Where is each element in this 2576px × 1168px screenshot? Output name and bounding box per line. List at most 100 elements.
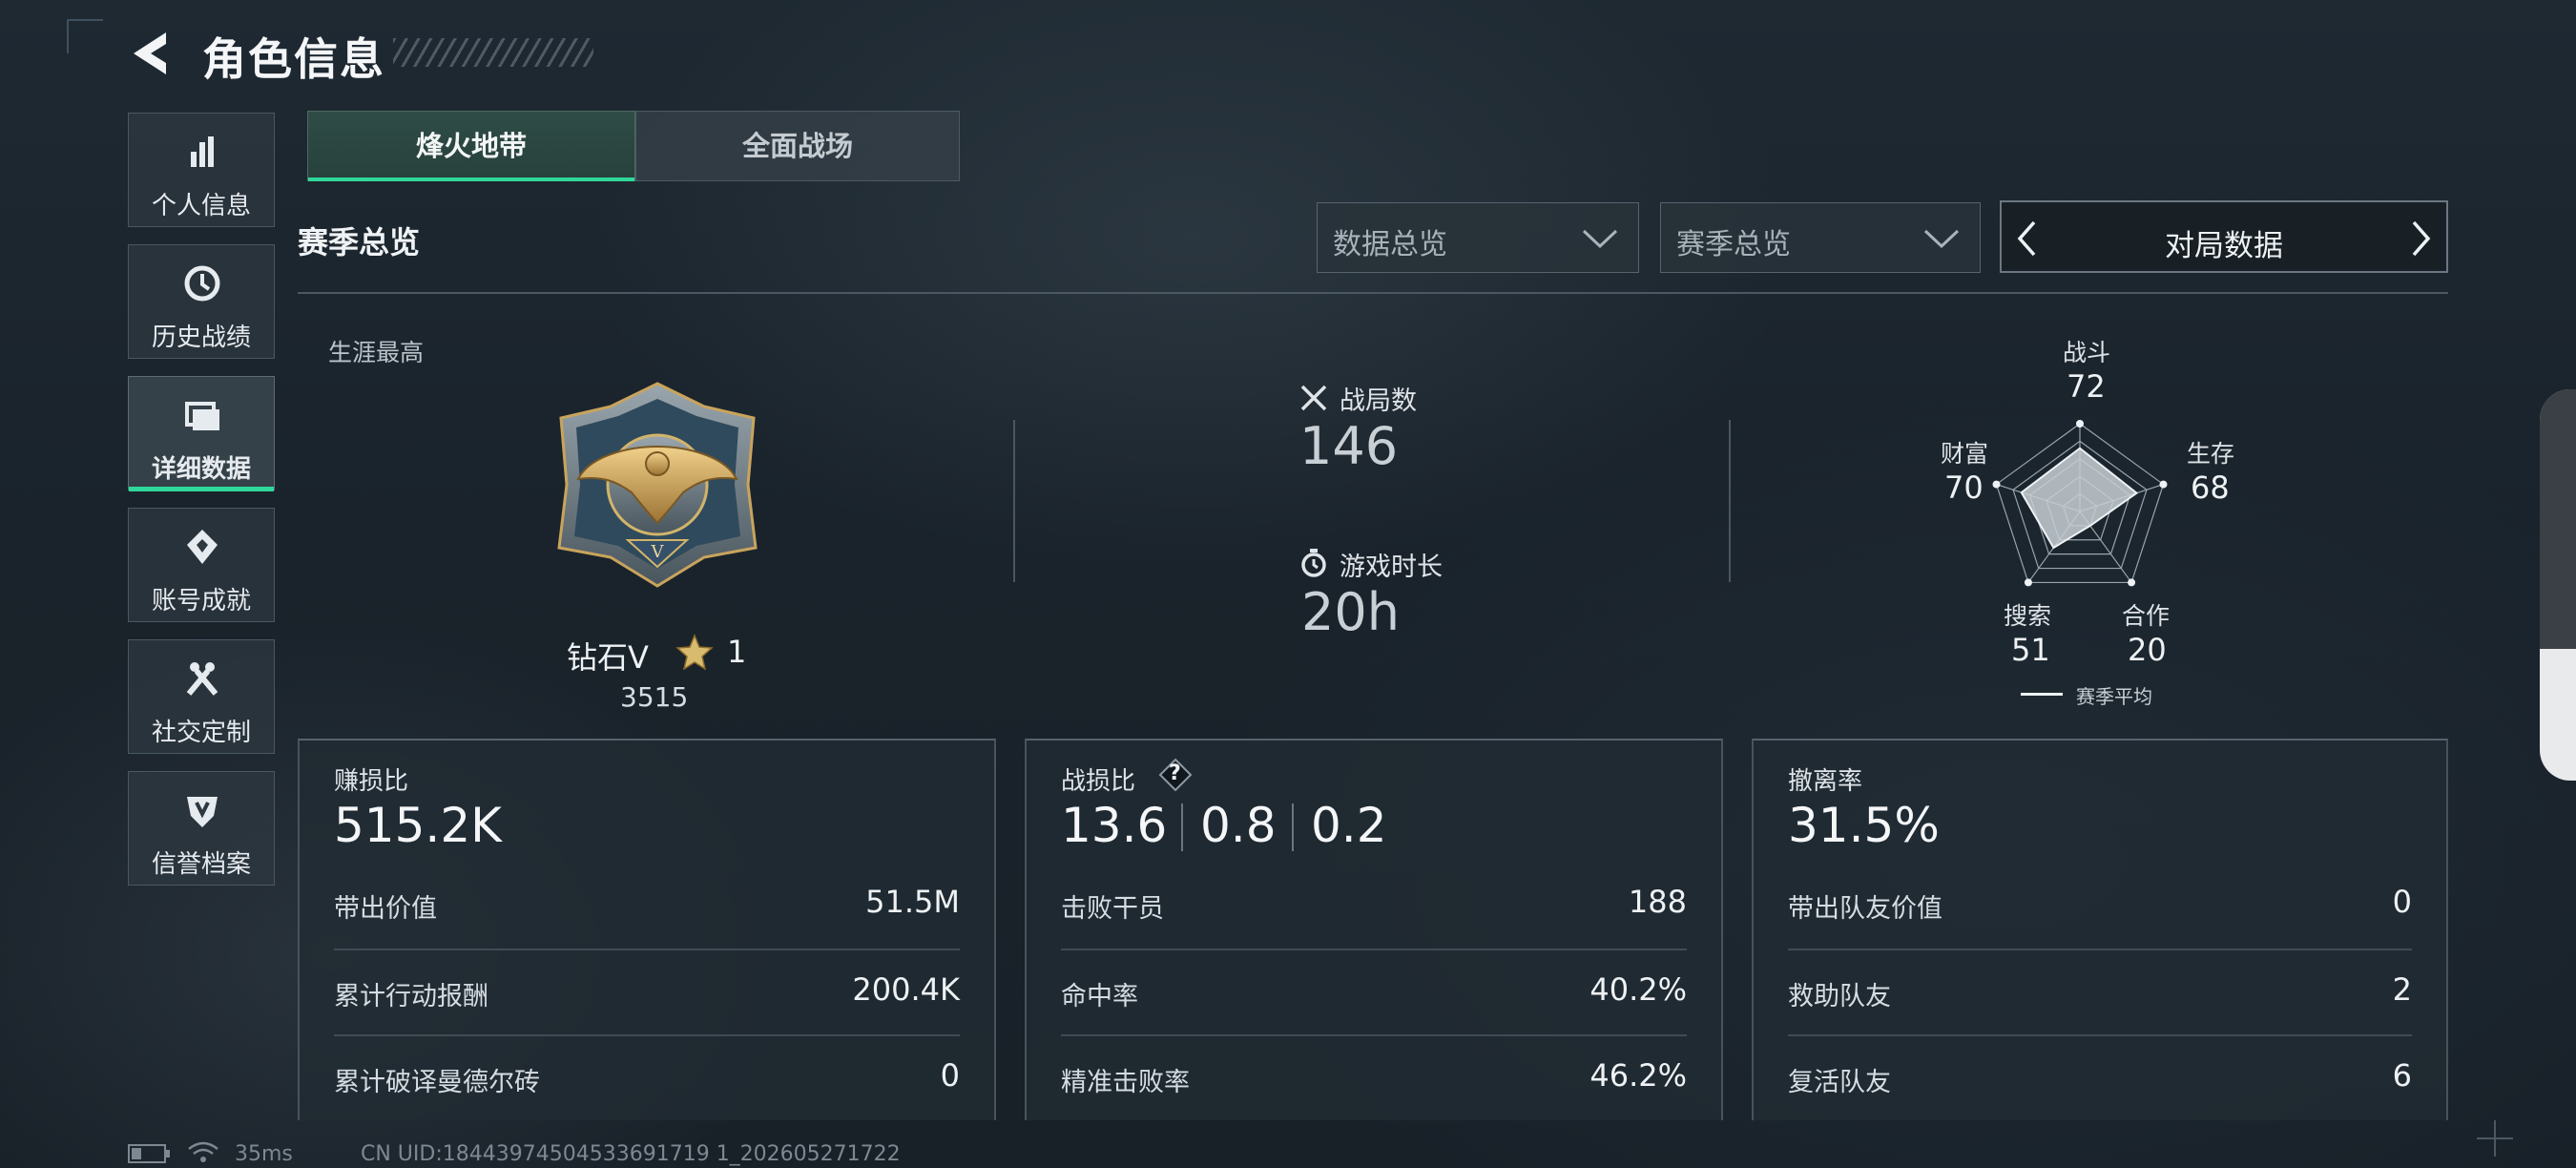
dropdown-value: 数据总览 [1333, 228, 1447, 261]
matches-value: 146 [1299, 416, 1399, 476]
divider [1013, 420, 1015, 582]
stat-label: 带出价值 [334, 894, 437, 924]
help-icon[interactable]: ? [1158, 758, 1193, 792]
profit-ratio-value: 515.2K [334, 798, 502, 853]
shield-badge-icon [187, 797, 218, 827]
radar-label-cooperation: 合作 [2122, 602, 2171, 630]
rank-name: 钻石V [567, 639, 649, 676]
career-best-label: 生涯最高 [328, 339, 425, 366]
stat-label: 复活队友 [1788, 1068, 1891, 1097]
sidebar-item-label: 账号成就 [151, 587, 251, 615]
matches-label: 战局数 [1340, 386, 1417, 416]
stat-label: 救助队友 [1788, 982, 1891, 1012]
value-separator [1181, 803, 1183, 851]
pager-label: 对局数据 [2165, 229, 2283, 263]
active-indicator [129, 487, 274, 491]
tab-warzone[interactable]: 烽火地带 [307, 111, 635, 181]
sidebar-item-personal-info[interactable]: 个人信息 [128, 113, 275, 227]
kd-value-1: 13.6 [1061, 798, 1168, 853]
section-title: 赛季总览 [298, 224, 421, 261]
crossed-swords-icon [1300, 385, 1327, 411]
row-divider [1061, 1034, 1687, 1036]
page-title: 角色信息 [202, 33, 385, 85]
chevron-right-icon[interactable] [2408, 219, 2433, 258]
sidebar-item-label: 社交定制 [151, 719, 251, 747]
row-divider [334, 1034, 960, 1036]
stat-value: 0 [940, 1057, 960, 1094]
plus-icon [2477, 1120, 2513, 1157]
sidebar-item-label: 个人信息 [151, 192, 251, 220]
side-overlay-panel[interactable] [2540, 389, 2576, 781]
sidebar-item-label: 信誉档案 [151, 850, 251, 879]
sidebar-item-social[interactable]: 社交定制 [128, 639, 275, 754]
rank-score: 3515 [620, 681, 689, 713]
radar-value-survival: 68 [2191, 469, 2230, 506]
profit-ratio-card: 赚损比 515.2K 带出价值 51.5M 累计行动报酬 200.4K 累计破译… [298, 739, 996, 1120]
stat-value: 188 [1628, 884, 1687, 920]
rank-stars: 1 [727, 634, 747, 670]
folder-icon [185, 402, 219, 430]
radar-axis-dot [2024, 578, 2032, 587]
row-divider [1788, 1034, 2412, 1036]
kd-value-3: 0.2 [1311, 798, 1387, 853]
radar-label-search: 搜索 [2004, 602, 2052, 630]
radar-label-survival: 生存 [2187, 440, 2235, 468]
wifi-icon [188, 1141, 218, 1162]
stat-label: 命中率 [1061, 982, 1138, 1012]
stat-label: 累计破译曼德尔砖 [334, 1068, 540, 1097]
chevron-down-icon [1923, 229, 1960, 249]
extraction-rate-card: 撤离率 31.5% 带出队友价值 0 救助队友 2 复活队友 6 [1752, 739, 2448, 1120]
card-title: 战损比 [1061, 767, 1136, 796]
match-data-pager: 对局数据 [2000, 200, 2448, 273]
radar-axis-dot [2128, 578, 2136, 587]
radar-value-combat: 72 [2067, 368, 2106, 405]
chevron-down-icon [1582, 229, 1618, 249]
playtime-label: 游戏时长 [1340, 553, 1443, 582]
playtime-value: 20h [1301, 582, 1400, 642]
stat-value: 51.5M [865, 884, 960, 920]
back-arrow-icon[interactable] [128, 29, 176, 78]
stat-label: 累计行动报酬 [334, 982, 488, 1012]
bar-chart-icon [191, 136, 214, 167]
radar-values-polygon [2020, 447, 2139, 550]
data-overview-dropdown[interactable]: 数据总览 [1317, 202, 1639, 273]
sidebar-item-achievements[interactable]: 账号成就 [128, 508, 275, 622]
sidebar-item-history[interactable]: 历史战绩 [128, 244, 275, 359]
stat-value: 2 [2392, 971, 2412, 1008]
season-overview-dropdown[interactable]: 赛季总览 [1660, 202, 1981, 273]
divider [1729, 420, 1731, 582]
card-title: 赚损比 [334, 767, 409, 796]
clock-icon [184, 265, 220, 302]
sidebar-item-label: 历史战绩 [151, 323, 251, 352]
value-separator [1292, 803, 1294, 851]
ability-radar-chart [1992, 420, 2168, 587]
title-decoration [393, 38, 593, 67]
sidebar-item-reputation[interactable]: 信誉档案 [128, 771, 275, 886]
active-tab-underline [308, 177, 634, 181]
corner-mark [67, 19, 103, 53]
achievement-icon [187, 530, 218, 564]
sidebar-item-detailed-data[interactable]: 详细数据 [128, 376, 275, 491]
svg-text:V: V [651, 542, 665, 562]
stat-value: 0 [2392, 884, 2412, 920]
stat-value: 46.2% [1589, 1057, 1687, 1094]
rank-badge-icon: V [557, 382, 758, 588]
stat-value: 200.4K [852, 971, 960, 1008]
stat-value: 40.2% [1589, 971, 1687, 1008]
tab-full-battlefield[interactable]: 全面战场 [635, 111, 960, 181]
dropdown-value: 赛季总览 [1676, 228, 1791, 261]
tools-icon [186, 662, 218, 696]
radar-value-cooperation: 20 [2128, 632, 2167, 668]
radar-label-combat: 战斗 [2063, 339, 2111, 366]
radar-value-wealth: 70 [1944, 469, 1984, 506]
stat-label: 击败干员 [1061, 894, 1164, 924]
stopwatch-icon [1301, 549, 1326, 577]
battery-icon [128, 1144, 170, 1163]
radar-axis-dot [2076, 420, 2084, 428]
stat-value: 6 [2392, 1057, 2412, 1094]
radar-legend: 赛季平均 [2076, 685, 2152, 708]
sidebar-item-label: 详细数据 [151, 455, 251, 484]
kd-ratio-card: 战损比 ? 13.6 0.8 0.2 击败干员 188 命中率 40.2% 精准… [1025, 739, 1723, 1120]
row-divider [1788, 949, 2412, 950]
row-divider [334, 949, 960, 950]
